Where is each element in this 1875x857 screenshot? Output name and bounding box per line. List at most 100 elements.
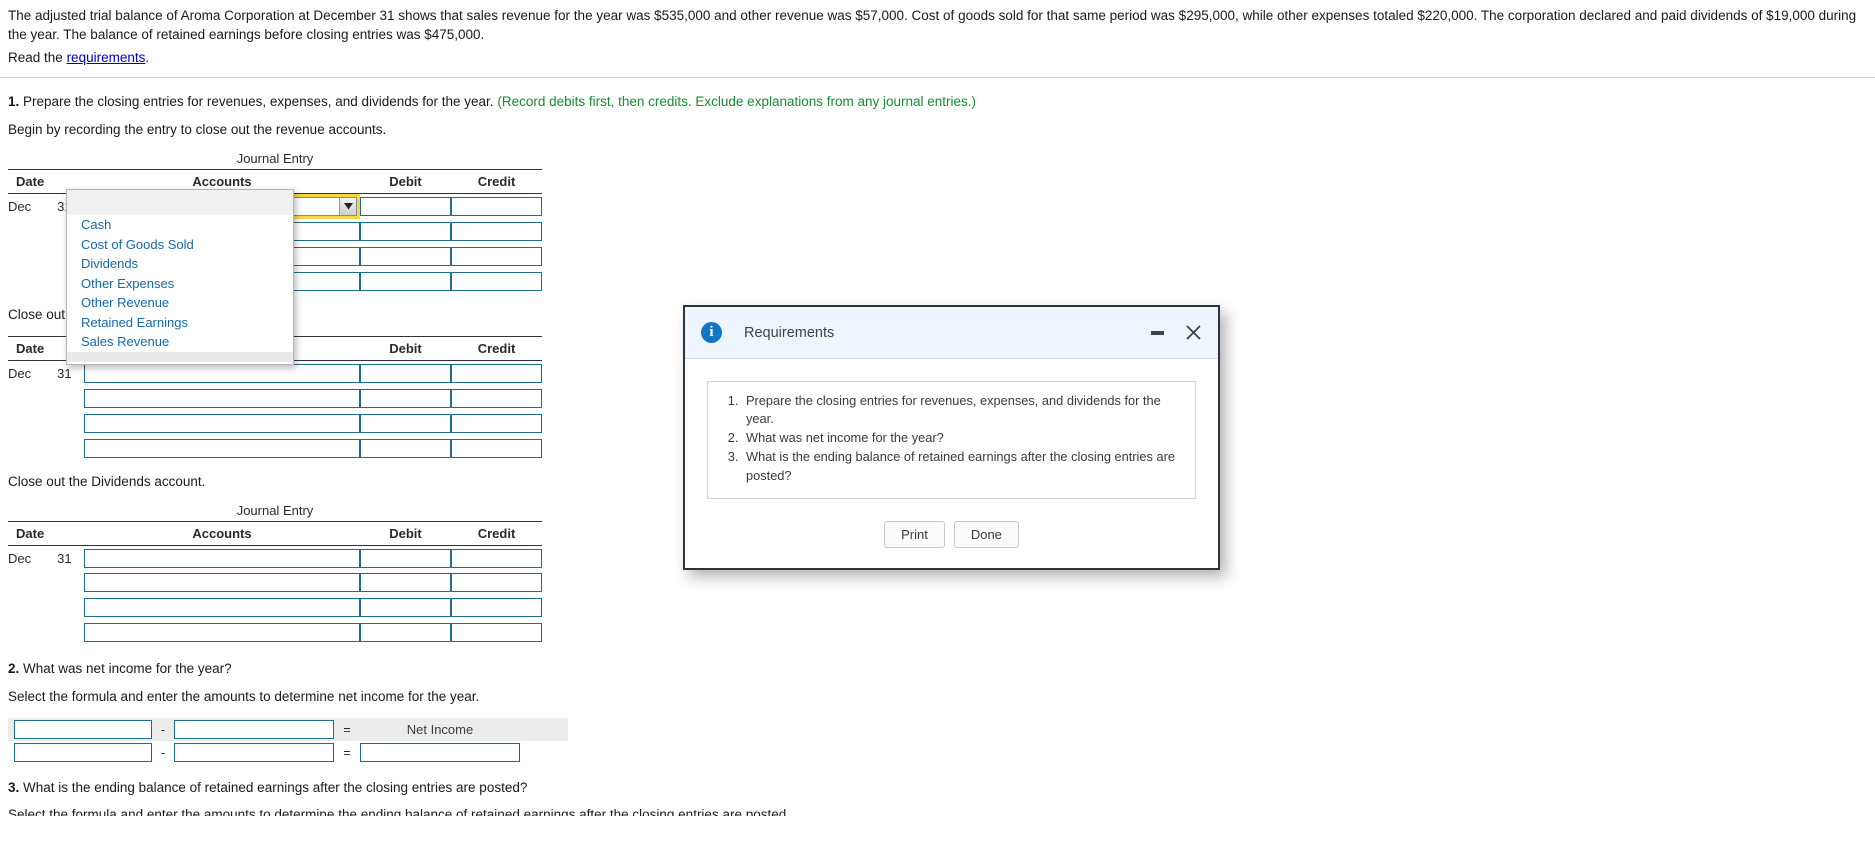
dropdown-option-sales-revenue[interactable]: Sales Revenue	[67, 332, 293, 352]
dropdown-option-other-expenses[interactable]: Other Expenses	[67, 274, 293, 294]
debit-cell[interactable]	[360, 194, 451, 220]
account-input[interactable]	[84, 413, 360, 433]
debit-input[interactable]	[360, 388, 451, 408]
debit-cell[interactable]	[360, 361, 451, 386]
debit-input[interactable]	[360, 272, 451, 292]
formula-field-4[interactable]	[174, 743, 334, 763]
question-1-line: 1. Prepare the closing entries for reven…	[8, 94, 1867, 109]
formula-field-1-wrap[interactable]	[8, 720, 152, 740]
account-input[interactable]	[84, 548, 360, 568]
account-cell[interactable]	[84, 436, 360, 461]
formula-field-3[interactable]	[14, 743, 152, 763]
dialog-title: Requirements	[744, 324, 835, 341]
credit-cell[interactable]	[451, 361, 542, 386]
account-cell[interactable]	[84, 620, 360, 645]
account-cell[interactable]	[84, 595, 360, 620]
credit-input[interactable]	[451, 197, 542, 217]
credit-input[interactable]	[451, 598, 542, 618]
credit-input[interactable]	[451, 364, 542, 384]
credit-input[interactable]	[451, 247, 542, 267]
credit-cell[interactable]	[451, 219, 542, 244]
credit-cell[interactable]	[451, 595, 542, 620]
formula-field-1[interactable]	[14, 720, 152, 740]
credit-cell[interactable]	[451, 411, 542, 436]
debit-cell[interactable]	[360, 411, 451, 436]
debit-cell[interactable]	[360, 570, 451, 595]
debit-cell[interactable]	[360, 244, 451, 269]
credit-input[interactable]	[451, 438, 542, 458]
account-cell[interactable]	[84, 386, 360, 411]
account-input[interactable]	[84, 598, 360, 618]
debit-input[interactable]	[360, 548, 451, 568]
dropdown-option-cost-of-goods-sold[interactable]: Cost of Goods Sold	[67, 235, 293, 255]
debit-cell[interactable]	[360, 219, 451, 244]
account-input[interactable]	[84, 388, 360, 408]
credit-cell[interactable]	[451, 545, 542, 570]
journal-title-3: Journal Entry	[236, 502, 314, 518]
debit-input[interactable]	[360, 247, 451, 267]
dropdown-option-other-revenue[interactable]: Other Revenue	[67, 293, 293, 313]
operator-minus-2: -	[160, 745, 166, 760]
credit-input[interactable]	[451, 413, 542, 433]
debit-input[interactable]	[360, 364, 451, 384]
debit-cell[interactable]	[360, 620, 451, 645]
account-input[interactable]	[84, 438, 360, 458]
net-income-result-field[interactable]	[360, 743, 520, 763]
debit-input[interactable]	[360, 413, 451, 433]
debit-cell[interactable]	[360, 269, 451, 294]
account-input[interactable]	[84, 623, 360, 643]
column-header-accounts: Accounts	[84, 520, 360, 546]
credit-cell[interactable]	[451, 386, 542, 411]
account-cell[interactable]	[84, 545, 360, 570]
formula-field-3-wrap[interactable]	[8, 743, 152, 763]
debit-cell[interactable]	[360, 595, 451, 620]
formula-field-2-wrap[interactable]	[174, 720, 334, 740]
credit-input[interactable]	[451, 272, 542, 292]
credit-input[interactable]	[451, 548, 542, 568]
formula-field-5-wrap[interactable]	[360, 743, 520, 763]
credit-cell[interactable]	[451, 269, 542, 294]
table-row	[8, 411, 542, 436]
operator-equals-1: =	[343, 722, 351, 737]
debit-input[interactable]	[360, 598, 451, 618]
question-2-text: What was net income for the year?	[23, 661, 232, 677]
dropdown-option-retained-earnings[interactable]: Retained Earnings	[67, 313, 293, 333]
credit-input[interactable]	[451, 388, 542, 408]
table-header-row: Date Accounts Debit Credit	[8, 520, 542, 546]
dropdown-option-dividends[interactable]: Dividends	[67, 254, 293, 274]
dropdown-option-cash[interactable]: Cash	[67, 215, 293, 235]
credit-cell[interactable]	[451, 570, 542, 595]
print-button[interactable]: Print	[884, 520, 945, 548]
done-button[interactable]: Done	[953, 520, 1019, 548]
credit-input[interactable]	[451, 623, 542, 643]
dropdown-blank-option[interactable]	[67, 190, 293, 215]
debit-input[interactable]	[360, 623, 451, 643]
chevron-down-icon[interactable]	[339, 198, 356, 216]
credit-input[interactable]	[451, 573, 542, 593]
column-header-debit: Debit	[360, 520, 451, 546]
account-cell[interactable]	[84, 411, 360, 436]
debit-input[interactable]	[360, 573, 451, 593]
debit-cell[interactable]	[360, 386, 451, 411]
debit-input[interactable]	[360, 438, 451, 458]
credit-cell[interactable]	[451, 194, 542, 220]
requirements-dialog: i Requirements Prepare the closing entri…	[683, 305, 1220, 570]
credit-cell[interactable]	[451, 244, 542, 269]
formula-field-2[interactable]	[174, 720, 334, 740]
requirements-link[interactable]: requirements	[67, 50, 146, 65]
formula-field-4-wrap[interactable]	[174, 743, 334, 763]
account-input[interactable]	[84, 573, 360, 593]
account-cell[interactable]	[84, 570, 360, 595]
debit-input[interactable]	[360, 197, 451, 217]
debit-input[interactable]	[360, 222, 451, 242]
debit-cell[interactable]	[360, 436, 451, 461]
minimize-icon[interactable]	[1146, 322, 1168, 344]
account-cell[interactable]	[84, 361, 360, 386]
credit-cell[interactable]	[451, 436, 542, 461]
close-icon[interactable]	[1182, 322, 1204, 344]
credit-cell[interactable]	[451, 620, 542, 645]
account-input[interactable]	[84, 364, 360, 384]
debit-cell[interactable]	[360, 545, 451, 570]
account-dropdown-list[interactable]: Cash Cost of Goods Sold Dividends Other …	[66, 189, 294, 365]
credit-input[interactable]	[451, 222, 542, 242]
